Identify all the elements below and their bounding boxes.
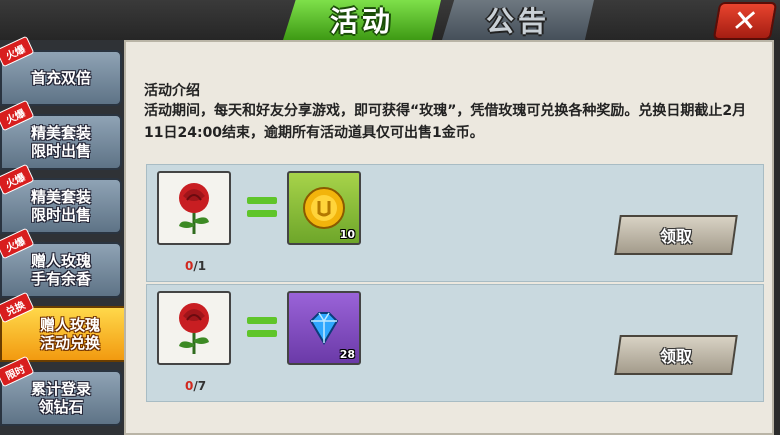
rose-item-box xyxy=(157,291,231,365)
progress-count: 0/1 xyxy=(185,259,207,273)
sidebar-item-first-recharge[interactable]: 火爆 首充双倍 xyxy=(0,35,122,106)
sidebar-item-label: 首充双倍 xyxy=(30,69,91,87)
sidebar-item-label: 累计登录 领钻石 xyxy=(30,380,91,416)
activity-panel: 活动介绍 活动期间，每天和好友分享游戏，即可获得“玫瑰”，凭借玫瑰可兑换各种奖励… xyxy=(124,40,774,435)
blue-diamond-icon xyxy=(309,312,339,345)
claim-button-label: 领取 xyxy=(659,227,692,246)
reward-quantity: 28 xyxy=(339,348,355,361)
reward-row: 10 0/1 领取 xyxy=(146,164,764,282)
intro-title: 活动介绍 xyxy=(144,83,200,99)
progress-count: 0/7 xyxy=(185,379,207,393)
sidebar-item-label: 赠人玫瑰 活动兑换 xyxy=(39,316,100,352)
sidebar-item-label: 赠人玫瑰 手有余香 xyxy=(30,252,91,288)
top-bar: 活动 公告 ✕ xyxy=(0,0,780,40)
sidebar-item-rose-exchange[interactable]: 兑换 赠人玫瑰 活动兑换 xyxy=(0,291,140,362)
sidebar-item-label: 精美套装 限时出售 xyxy=(30,124,91,160)
reward-quantity: 10 xyxy=(339,228,355,241)
tab-announcement[interactable]: 公告 xyxy=(442,0,594,40)
equals-sign xyxy=(247,317,277,339)
sidebar-item-outfit-sale-2[interactable]: 火爆 精美套装 限时出售 xyxy=(0,163,122,234)
sidebar-item-label: 精美套装 限时出售 xyxy=(30,188,91,224)
hot-tag-badge: 火爆 xyxy=(0,35,35,68)
sidebar-item-gift-rose[interactable]: 火爆 赠人玫瑰 手有余香 xyxy=(0,227,122,298)
sidebar-item-outfit-sale-1[interactable]: 火爆 精美套装 限时出售 xyxy=(0,99,122,170)
claim-button[interactable]: 领取 xyxy=(614,215,738,255)
close-x-icon: ✕ xyxy=(729,3,761,39)
equals-sign xyxy=(247,197,277,219)
reward-item-box[interactable]: 10 xyxy=(287,171,361,245)
rose-icon xyxy=(179,183,209,234)
reward-item-box[interactable]: 28 xyxy=(287,291,361,365)
reward-row: 28 0/7 领取 xyxy=(146,284,764,402)
rose-item-box xyxy=(157,171,231,245)
claim-button[interactable]: 领取 xyxy=(614,335,738,375)
gold-coin-icon xyxy=(303,187,345,229)
sidebar-item-login-diamonds[interactable]: 限时 累计登录 领钻石 xyxy=(0,355,122,426)
close-button[interactable]: ✕ xyxy=(712,2,778,40)
intro-text: 活动期间，每天和好友分享游戏，即可获得“玫瑰”，凭借玫瑰可兑换各种奖励。兑换日期… xyxy=(144,103,747,141)
tab-activity[interactable]: 活动 xyxy=(283,0,441,40)
claim-button-label: 领取 xyxy=(659,347,692,366)
sidebar: 火爆 首充双倍 火爆 精美套装 限时出售 火爆 精美套装 限时出售 火爆 赠人玫… xyxy=(0,35,140,435)
rose-icon xyxy=(179,303,209,354)
